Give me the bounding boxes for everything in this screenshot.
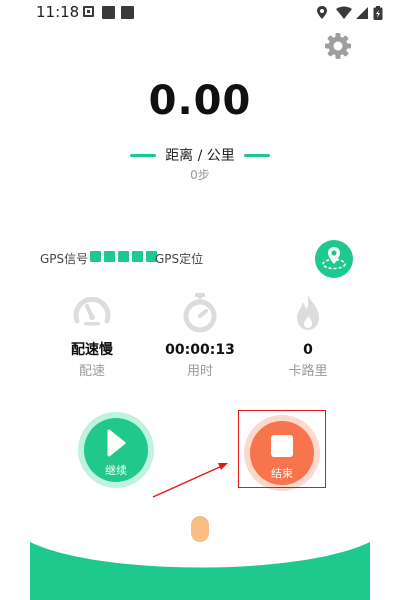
status-bar: 11:18 <box>0 0 400 26</box>
status-icons <box>317 6 383 20</box>
highlight-box <box>238 410 326 488</box>
duration-value: 00:00:13 <box>165 342 235 358</box>
notification-icon <box>83 6 94 17</box>
battery-icon <box>373 6 383 20</box>
pace-stat: 配速慢 配速 <box>42 290 142 381</box>
notification-icon <box>121 6 134 19</box>
settings-button[interactable] <box>322 30 354 62</box>
resume-button-core: 继续 <box>84 418 148 482</box>
pace-label: 配速 <box>78 364 105 379</box>
map-location-button[interactable] <box>315 240 353 278</box>
status-time: 11:18 <box>36 3 80 21</box>
speedometer-icon <box>73 297 111 326</box>
distance-unit: 距离 / 公里 <box>165 148 235 164</box>
resume-button[interactable]: 继续 <box>78 412 154 488</box>
distance-value: 0.00 <box>148 78 252 124</box>
signal-icon <box>356 7 368 19</box>
calories-stat: 0 卡路里 <box>258 290 358 381</box>
duration-label: 用时 <box>186 364 213 379</box>
location-icon <box>317 6 327 19</box>
divider-line <box>243 153 270 157</box>
gps-signal-label: GPS信号 <box>40 252 89 266</box>
wifi-icon <box>336 6 352 19</box>
step-count: 0步 <box>190 168 210 182</box>
duration-stat: 00:00:13 用时 <box>150 290 250 381</box>
play-icon <box>107 429 126 457</box>
resume-label: 继续 <box>105 464 127 477</box>
gps-bar <box>90 251 101 262</box>
gear-icon <box>325 33 351 59</box>
divider-line <box>130 153 157 157</box>
flame-icon <box>297 294 319 330</box>
gps-bar <box>118 251 129 262</box>
distance-unit-row: 距离 / 公里 <box>0 145 400 165</box>
gps-bar <box>132 251 143 262</box>
map-location-icon <box>322 247 346 270</box>
gps-bar <box>104 251 115 262</box>
notification-icon <box>102 6 115 19</box>
calories-label: 卡路里 <box>288 364 328 379</box>
stopwatch-icon <box>183 293 217 333</box>
bottom-wave <box>30 542 370 600</box>
calories-value: 0 <box>303 342 313 358</box>
pace-value: 配速慢 <box>71 342 113 358</box>
gps-status: GPS定位 <box>155 252 204 266</box>
gps-signal-bars <box>90 251 157 262</box>
